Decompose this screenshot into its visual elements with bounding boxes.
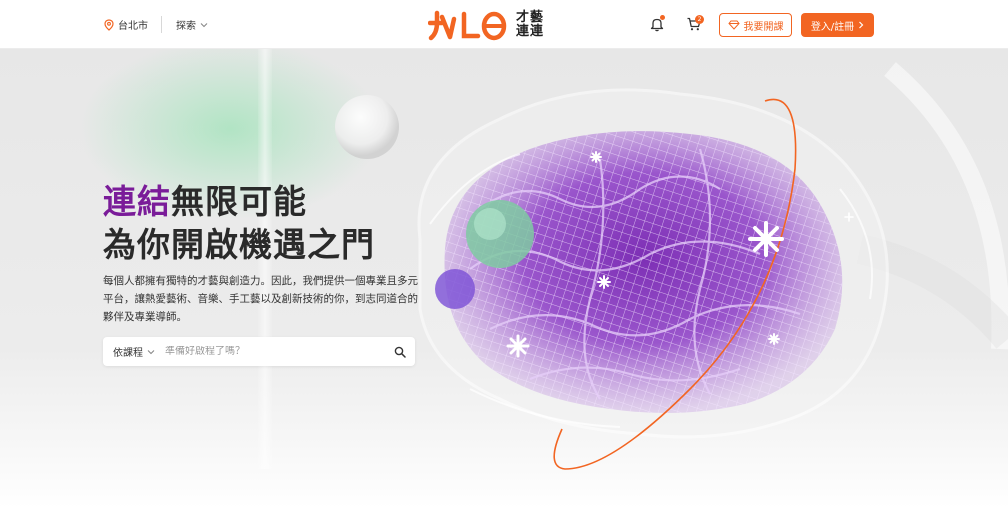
explore-menu[interactable]: 探索	[176, 17, 208, 32]
header-divider	[161, 16, 162, 33]
open-course-label: 我要開課	[743, 21, 784, 33]
brand-logo[interactable]: 才藝 連連	[428, 8, 550, 42]
explore-label: 探索	[176, 21, 196, 32]
top-navbar: 台北市 探索 才藝 連連 2 我要開課 登入/註冊	[0, 0, 1008, 49]
logo-text-line1: 才藝	[516, 10, 545, 25]
location-label: 台北市	[118, 21, 148, 32]
search-button[interactable]	[385, 337, 415, 366]
hero-banner: 連結無限可能 為你開啟機遇之門 每個人都擁有獨特的才藝與創造力。因此，我們提供一…	[0, 49, 1008, 508]
location-selector[interactable]: 台北市	[104, 17, 148, 32]
diamond-icon	[727, 20, 740, 30]
headline-line2: 為你開啟機遇之門	[103, 225, 375, 264]
course-search-bar: 依課程	[103, 337, 415, 366]
login-register-button[interactable]: 登入/註冊	[801, 13, 874, 37]
hero-description: 每個人都擁有獨特的才藝與創造力。因此，我們提供一個專業且多元平台，讓熱愛藝術、音…	[103, 275, 418, 323]
headline-rest: 無限可能	[171, 182, 307, 221]
logo-text-line2: 連連	[516, 24, 545, 39]
search-category-dropdown[interactable]: 依課程	[103, 344, 165, 359]
hero-headline: 連結無限可能 為你開啟機遇之門	[103, 180, 375, 266]
notification-dot	[660, 15, 665, 20]
chevron-down-icon	[147, 349, 155, 354]
logo-mark-icon	[428, 10, 507, 41]
chevron-right-icon	[859, 21, 864, 29]
search-category-label: 依課程	[113, 348, 143, 359]
open-course-button[interactable]: 我要開課	[719, 13, 792, 37]
location-pin-icon	[104, 18, 114, 31]
search-icon	[394, 346, 406, 358]
headline-line1: 連結無限可能	[103, 180, 375, 223]
headline-accent: 連結	[103, 182, 171, 221]
chevron-down-icon	[200, 22, 208, 27]
login-register-label: 登入/註冊	[810, 21, 855, 33]
search-input[interactable]	[165, 346, 385, 357]
logo-text: 才藝 連連	[516, 11, 544, 39]
cart-count-badge: 2	[695, 15, 704, 24]
